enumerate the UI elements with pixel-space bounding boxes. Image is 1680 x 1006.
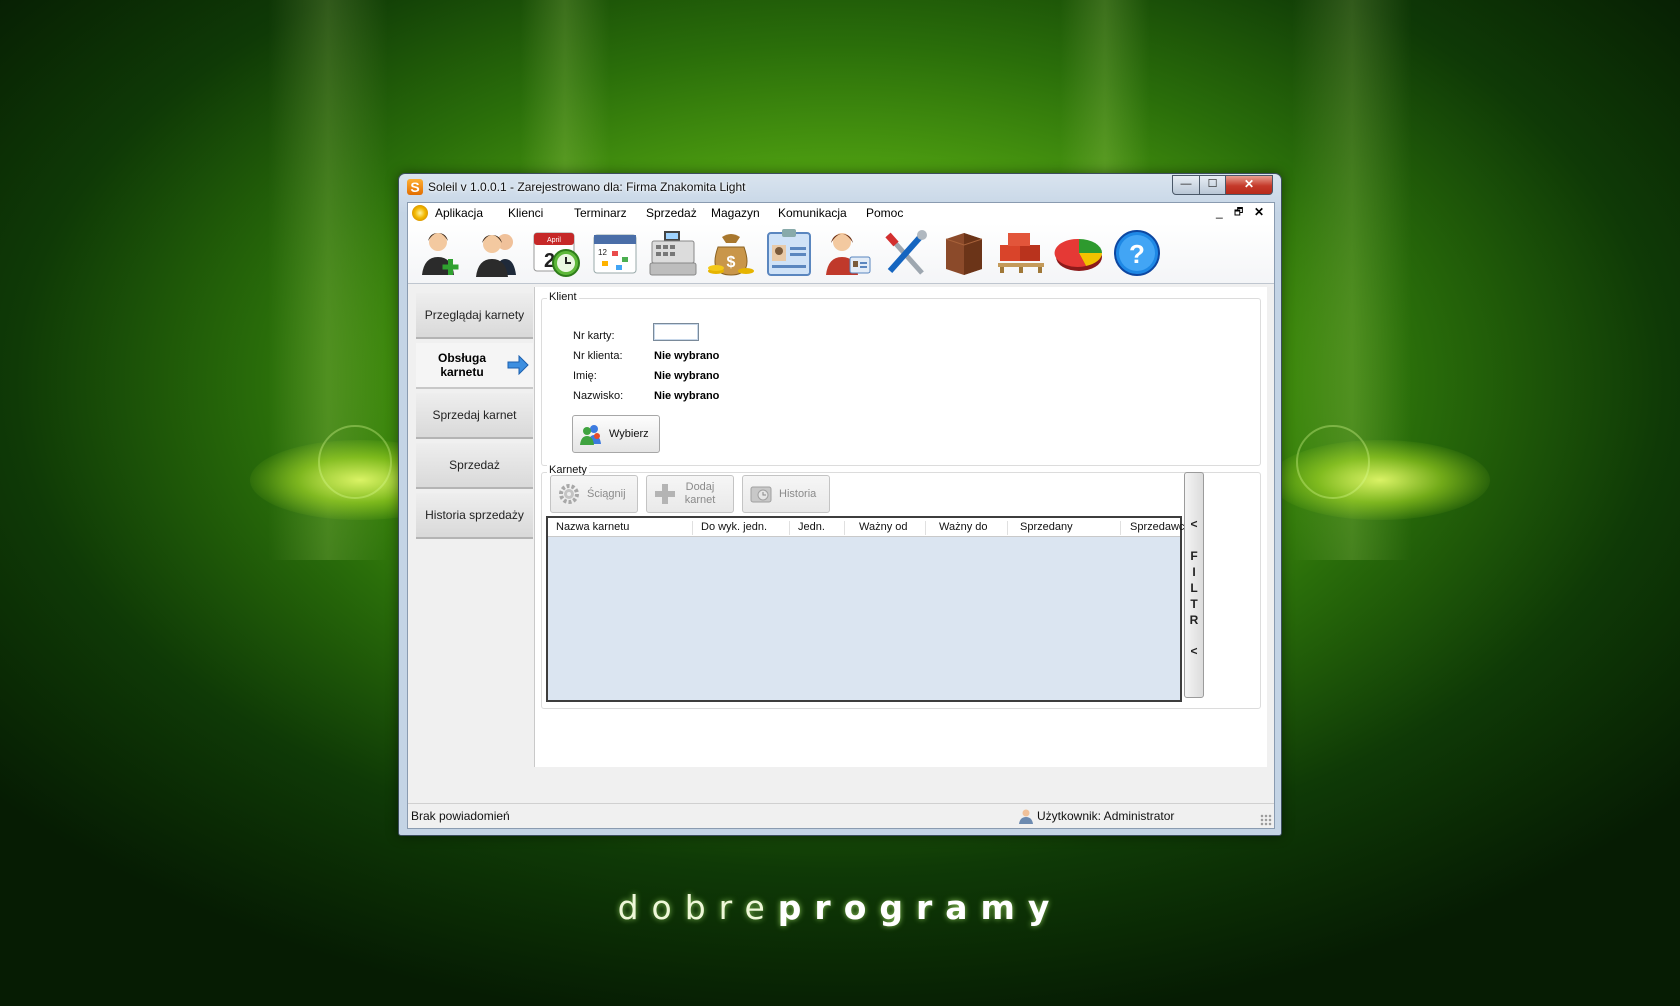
menu-klienci[interactable]: Klienci	[508, 206, 543, 220]
menu-aplikacja[interactable]: Aplikacja	[435, 206, 483, 220]
nazwisko-label: Nazwisko:	[573, 390, 624, 402]
toolbar: April 2 12 $ ?	[408, 223, 1274, 284]
historia-button[interactable]: Historia	[742, 475, 830, 513]
nr-karty-label: Nr karty:	[573, 330, 615, 342]
filter-label-char: L	[1190, 581, 1198, 595]
klient-group-label: Klient	[547, 291, 579, 303]
menu-magazyn[interactable]: Magazyn	[711, 206, 760, 220]
filter-label-char: R	[1189, 613, 1199, 627]
table-header: Nazwa karnetu Do wyk. jedn. Jedn. Ważny …	[548, 518, 1191, 537]
app-logo-icon: S	[407, 179, 423, 195]
filter-label-char: I	[1192, 565, 1196, 579]
app-menu-icon[interactable]	[412, 205, 428, 221]
notifications-status: Brak powiadomień	[411, 809, 510, 823]
background-ring-left	[318, 425, 392, 499]
column-header-wazny-od[interactable]: Ważny od	[859, 521, 926, 535]
status-bar: Brak powiadomień Użytkownik: Administrat…	[408, 803, 1274, 828]
app-window: S Soleil v 1.0.0.1 - Zarejestrowano dla:…	[398, 173, 1282, 836]
menu-bar: Aplikacja Klienci Terminarz Sprzedaż Mag…	[408, 203, 1274, 223]
sidebar-item-sprzedaj-karnet[interactable]: Sprzedaj karnet	[416, 393, 533, 439]
column-header-nazwa-karnetu[interactable]: Nazwa karnetu	[556, 521, 693, 535]
gear-icon	[559, 484, 579, 504]
resize-grip[interactable]	[1260, 814, 1272, 826]
sidebar: Przeglądaj karnety Obsługa karnetu Sprze…	[408, 287, 534, 797]
id-card-icon[interactable]	[762, 227, 816, 279]
tools-icon[interactable]	[878, 227, 932, 279]
pie-chart-icon[interactable]	[1052, 227, 1106, 279]
nr-klienta-value: Nie wybrano	[654, 350, 720, 362]
window-title: Soleil v 1.0.0.1 - Zarejestrowano dla: F…	[428, 180, 746, 194]
current-user: Użytkownik: Administrator	[1037, 809, 1175, 823]
filter-label-char: T	[1190, 597, 1198, 611]
warehouse-box-icon[interactable]	[936, 227, 990, 279]
svg-text:April: April	[547, 237, 561, 244]
column-header-sprzedawca[interactable]: Sprzedawca	[1130, 521, 1191, 535]
column-header-wazny-do[interactable]: Ważny do	[939, 521, 1008, 535]
cash-register-icon[interactable]	[646, 227, 700, 279]
user-icon	[1019, 809, 1033, 824]
mdi-minimize-button[interactable]: _	[1216, 205, 1223, 219]
sidebar-item-przegladaj-karnety[interactable]: Przeglądaj karnety	[416, 293, 533, 339]
column-header-jedn[interactable]: Jedn.	[798, 521, 845, 535]
schedule-icon[interactable]: 12	[588, 227, 642, 279]
title-bar[interactable]: S Soleil v 1.0.0.1 - Zarejestrowano dla:…	[399, 174, 1281, 201]
wybierz-button[interactable]: Wybierz	[572, 415, 660, 453]
employee-icon[interactable]	[820, 227, 874, 279]
filter-label-char: F	[1190, 549, 1198, 563]
money-bag-icon[interactable]: $	[704, 227, 758, 279]
mdi-restore-button[interactable]: 🗗	[1234, 205, 1243, 222]
wybierz-button-label: Wybierz	[609, 428, 649, 440]
filter-label-char: <	[1190, 644, 1198, 658]
plus-icon	[655, 484, 675, 504]
karnety-table[interactable]: Nazwa karnetu Do wyk. jedn. Jedn. Ważny …	[546, 516, 1191, 702]
menu-sprzedaz[interactable]: Sprzedaż	[646, 206, 697, 220]
sciagnij-button[interactable]: Ściągnij	[550, 475, 638, 513]
column-header-do-wyk-jedn[interactable]: Do wyk. jedn.	[701, 521, 790, 535]
menu-terminarz[interactable]: Terminarz	[574, 206, 627, 220]
close-button[interactable]: ✕	[1225, 175, 1273, 195]
minimize-button[interactable]: —	[1172, 175, 1200, 195]
sciagnij-button-label: Ściągnij	[587, 488, 626, 500]
svg-text:12: 12	[598, 248, 607, 257]
background-ring-right	[1296, 425, 1370, 499]
main-panel: Klient Nr karty: Nr klienta: Nie wybrano…	[534, 287, 1267, 767]
dodaj-karnet-button-label: Dodaj karnet	[684, 481, 716, 506]
select-client-icon	[580, 425, 601, 445]
arrow-right-icon	[507, 355, 529, 375]
history-icon	[750, 486, 772, 503]
sidebar-item-obsluga-karnetu[interactable]: Obsługa karnetu	[416, 343, 533, 389]
help-icon[interactable]: ?	[1110, 227, 1164, 279]
clients-icon[interactable]	[472, 227, 526, 279]
sidebar-item-sprzedaz[interactable]: Sprzedaż	[416, 443, 533, 489]
dodaj-karnet-button[interactable]: Dodaj karnet	[646, 475, 734, 513]
column-header-sprzedany[interactable]: Sprzedany	[1020, 521, 1121, 535]
svg-text:$: $	[727, 254, 736, 271]
maximize-button[interactable]: ☐	[1199, 175, 1226, 195]
sidebar-item-label: Obsługa karnetu	[437, 351, 486, 379]
historia-button-label: Historia	[779, 488, 817, 500]
svg-text:?: ?	[1129, 239, 1145, 269]
dobreprogramy-logo: dobreprogramy	[617, 888, 1063, 927]
sidebar-item-historia-sprzedazy[interactable]: Historia sprzedaży	[416, 493, 533, 539]
imie-value: Nie wybrano	[654, 370, 720, 382]
menu-pomoc[interactable]: Pomoc	[866, 206, 903, 220]
imie-label: Imię:	[573, 370, 597, 382]
nazwisko-value: Nie wybrano	[654, 390, 720, 402]
calendar-icon[interactable]: April 2	[530, 227, 584, 279]
menu-komunikacja[interactable]: Komunikacja	[778, 206, 847, 220]
pallet-icon[interactable]	[994, 227, 1048, 279]
add-client-icon[interactable]	[414, 227, 468, 279]
filter-toggle-button[interactable]: < F I L T R <	[1184, 472, 1204, 698]
mdi-close-button[interactable]: ✕	[1254, 205, 1264, 219]
filter-label-char: <	[1190, 517, 1198, 531]
client-area: Aplikacja Klienci Terminarz Sprzedaż Mag…	[407, 202, 1275, 829]
nr-karty-input[interactable]	[653, 323, 699, 341]
nr-klienta-label: Nr klienta:	[573, 350, 623, 362]
